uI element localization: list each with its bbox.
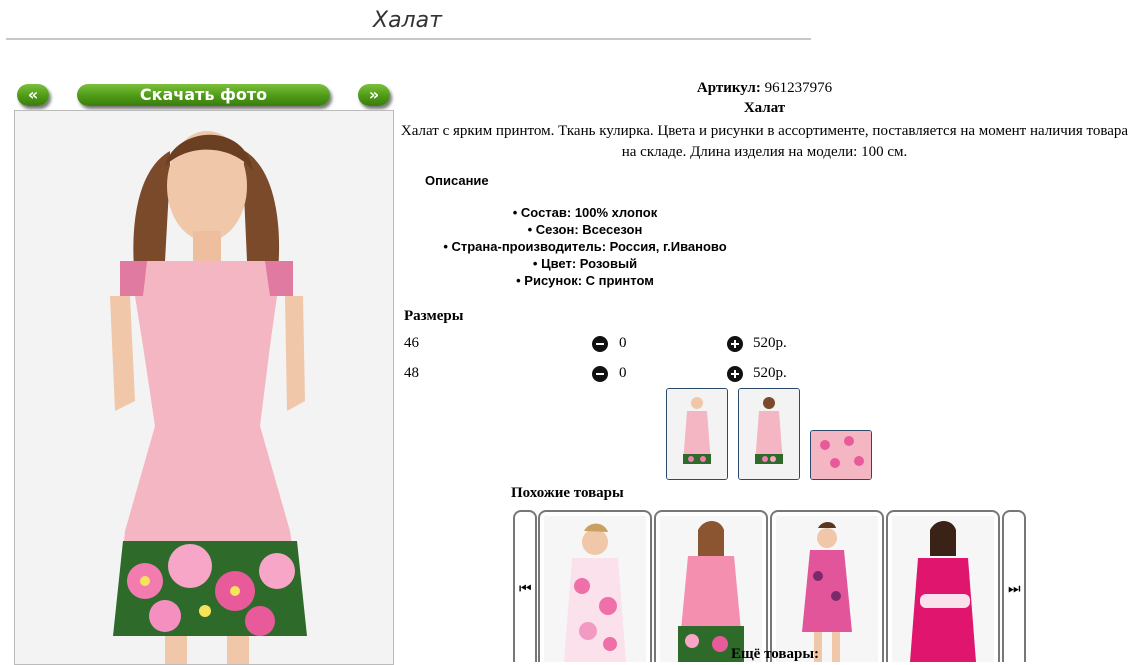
skip-back-icon: ⏮ xyxy=(519,582,532,597)
product-thumbnail xyxy=(776,516,878,662)
page-title: Халат xyxy=(373,8,442,33)
skip-forward-icon: ⏭ xyxy=(1008,582,1021,597)
plus-icon[interactable] xyxy=(727,366,743,382)
title-divider xyxy=(6,38,811,40)
size-row: 46 0 520р. xyxy=(404,335,824,355)
similar-product-card[interactable] xyxy=(654,510,768,662)
download-photo-button[interactable]: Скачать фото xyxy=(77,84,330,106)
more-products-label: Ещё товары: xyxy=(731,646,820,662)
article-value: 961237976 xyxy=(764,80,833,96)
product-name: Халат xyxy=(743,100,786,116)
size-value: 48 xyxy=(404,365,419,381)
property-item: • Сезон: Всесезон xyxy=(527,222,643,237)
description-heading: Описание xyxy=(425,173,489,188)
sizes-heading: Размеры xyxy=(404,308,464,324)
model-dress-illustration xyxy=(15,111,393,664)
photo-thumbnail[interactable] xyxy=(738,388,800,480)
product-description: Халат с ярким принтом. Ткань кулирка. Цв… xyxy=(400,123,1129,160)
article-line: Артикул: 961237976 xyxy=(400,80,1129,97)
property-item: • Рисунок: С принтом xyxy=(516,273,654,288)
property-item: • Страна-производитель: Россия, г.Иванов… xyxy=(443,239,727,254)
price-value: 520р. xyxy=(753,365,787,381)
product-illustration xyxy=(776,516,878,662)
quantity-value: 0 xyxy=(619,365,627,381)
next-photo-button[interactable]: » xyxy=(358,84,390,106)
minus-icon[interactable] xyxy=(592,336,608,352)
thumbnail-image xyxy=(739,389,799,479)
similar-product-card[interactable] xyxy=(538,510,652,662)
thumbnail-image xyxy=(811,431,871,479)
property-item: • Цвет: Розовый xyxy=(532,256,638,271)
plus-icon[interactable] xyxy=(727,336,743,352)
article-label: Артикул: xyxy=(696,80,761,96)
photo-thumbnail[interactable] xyxy=(810,430,872,480)
product-thumbnail xyxy=(544,516,646,662)
property-item: • Состав: 100% хлопок xyxy=(512,205,658,220)
product-illustration xyxy=(660,516,762,662)
similar-products-heading: Похожие товары xyxy=(511,485,624,501)
quantity-value: 0 xyxy=(619,335,627,351)
carousel-next-button[interactable]: ⏭ xyxy=(1002,510,1026,662)
photo-thumbnail[interactable] xyxy=(666,388,728,480)
similar-product-card[interactable] xyxy=(770,510,884,662)
minus-icon[interactable] xyxy=(592,366,608,382)
carousel-prev-button[interactable]: ⏮ xyxy=(513,510,537,662)
size-value: 46 xyxy=(404,335,419,351)
size-row: 48 0 520р. xyxy=(404,365,824,385)
product-illustration xyxy=(544,516,646,662)
similar-product-card[interactable] xyxy=(886,510,1000,662)
main-product-photo[interactable] xyxy=(14,110,394,665)
thumbnail-image xyxy=(667,389,727,479)
properties-list: • Состав: 100% хлопок • Сезон: Всесезон … xyxy=(415,204,755,289)
prev-photo-button[interactable]: « xyxy=(17,84,49,106)
product-thumbnail xyxy=(892,516,994,662)
product-thumbnail xyxy=(660,516,762,662)
product-illustration xyxy=(892,516,994,662)
price-value: 520р. xyxy=(753,335,787,351)
